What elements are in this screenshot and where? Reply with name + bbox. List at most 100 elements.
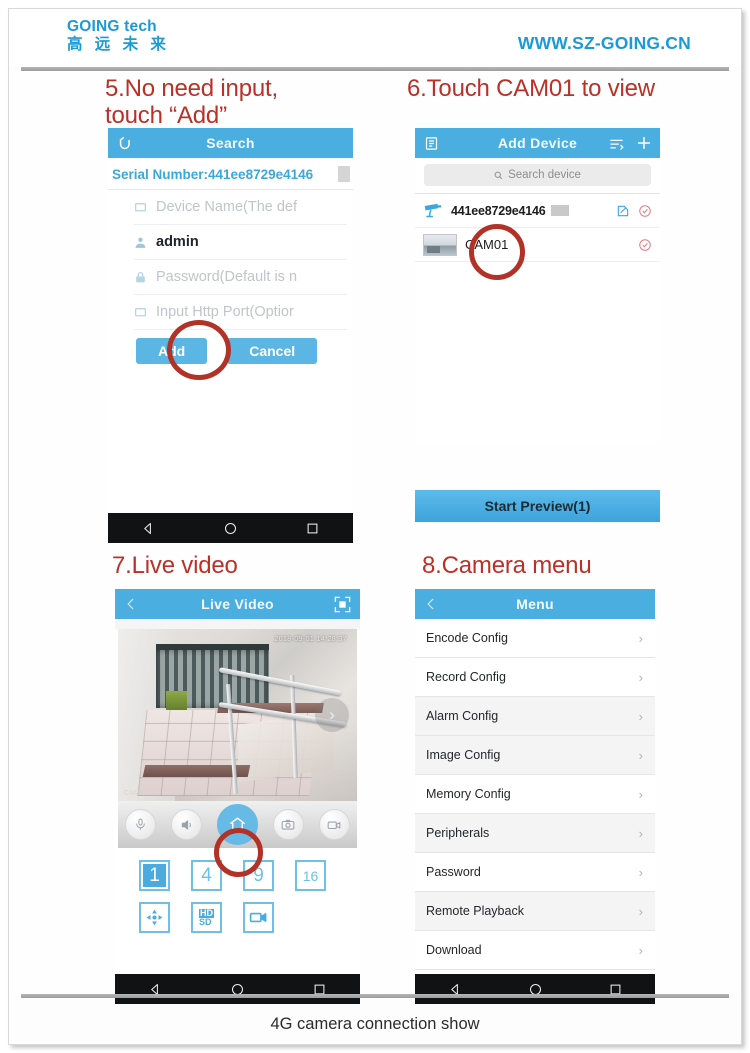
step-caption-7: 7.Live video (112, 552, 238, 579)
device-icon (134, 201, 147, 214)
cancel-button[interactable]: Cancel (227, 338, 318, 364)
snapshot-thumbnail (423, 233, 457, 256)
start-preview-button[interactable]: Start Preview(1) (415, 490, 660, 522)
appbar-title-search: Search (206, 135, 255, 151)
home-circle-icon[interactable] (223, 521, 238, 536)
menu-item-password[interactable]: Password › (415, 853, 655, 892)
brand-header: GOING tech 高 远 未 来 WWW.SZ-GOING.CN (9, 9, 741, 67)
menu-item-download[interactable]: Download › (415, 931, 655, 970)
appbar-add-device: Add Device (415, 128, 660, 158)
list-menu-icon[interactable] (424, 128, 439, 158)
menu-item-label: Peripherals (426, 826, 490, 840)
step-caption-5: 5.No need input, touch “Add” (105, 75, 278, 129)
chevron-right-icon: › (638, 786, 643, 802)
layout-button-1[interactable]: 1 (139, 860, 170, 891)
check-circle-icon[interactable] (638, 238, 652, 252)
hd-sd-icon[interactable]: HD SD (191, 902, 222, 933)
masked-suffix (550, 205, 569, 216)
form-button-row: Add Cancel (108, 330, 353, 364)
ptz-icon[interactable] (139, 902, 170, 933)
port-icon (134, 306, 147, 319)
phone-screen-add-device: Add Device Search device 441ee8729e4146 … (415, 128, 660, 443)
serial-number-text: Serial Number:441ee8729e4146 (112, 167, 314, 182)
brand-website-url: WWW.SZ-GOING.CN (517, 33, 691, 53)
add-button[interactable]: Add (136, 338, 208, 364)
snapshot-icon[interactable] (272, 809, 304, 840)
appbar-title-add-device: Add Device (497, 135, 578, 151)
chevron-right-icon: › (638, 669, 643, 685)
phone-screen-search: Search Serial Number:441ee8729e4146 Devi… (108, 128, 353, 543)
home-icon[interactable] (216, 804, 258, 845)
menu-item-memory-config[interactable]: Memory Config › (415, 775, 655, 814)
table-row[interactable]: CAM01 (415, 228, 660, 262)
fullscreen-icon[interactable] (333, 589, 352, 619)
user-icon (134, 236, 147, 249)
appbar-title-menu: Menu (516, 596, 554, 612)
layout-button-9[interactable]: 9 (243, 860, 274, 891)
video-watermark: CAM01 (124, 790, 148, 797)
menu-item-remote-playback[interactable]: Remote Playback › (415, 892, 655, 931)
step-caption-8: 8.Camera menu (422, 552, 592, 579)
serial-number-label: Serial Number:441ee8729e4146 (108, 158, 353, 190)
menu-item-label: Record Config (426, 670, 506, 684)
record-icon[interactable] (318, 809, 350, 840)
field-device-name[interactable]: Device Name(The def (134, 190, 347, 225)
menu-item-label: Remote Playback (426, 904, 524, 918)
chevron-right-icon[interactable]: › (315, 698, 349, 732)
chevron-left-icon[interactable] (124, 589, 138, 619)
menu-item-alarm-config[interactable]: Alarm Config › (415, 697, 655, 736)
menu-item-label: Download (426, 943, 482, 957)
layout-button-16[interactable]: 16 (295, 860, 326, 891)
back-triangle-icon[interactable] (141, 521, 156, 536)
lock-icon (134, 271, 147, 284)
recents-square-icon[interactable] (305, 521, 320, 536)
check-circle-icon[interactable] (638, 204, 652, 218)
android-navbar-search (108, 513, 353, 543)
layout-row-1: 1 4 9 16 (115, 860, 360, 891)
phone-screen-live-video: Live Video 2018-09-01 14:28:37 CAM01 › 1… (115, 589, 360, 1004)
field-password[interactable]: Password(Default is n (134, 260, 347, 295)
plus-icon[interactable] (636, 135, 652, 151)
field-device-name-text: Device Name(The def (156, 199, 298, 215)
menu-item-encode-config[interactable]: Encode Config › (415, 619, 655, 658)
stream-icon[interactable] (243, 902, 274, 933)
appbar-title-live-video: Live Video (201, 596, 274, 612)
speaker-icon[interactable] (171, 809, 203, 840)
edit-icon[interactable] (616, 204, 630, 218)
camera-menu-list: Encode Config › Record Config › Alarm Co… (415, 619, 655, 970)
chevron-left-icon[interactable] (424, 589, 438, 619)
phone-screen-menu: Menu Encode Config › Record Config › Ala… (415, 589, 655, 1004)
field-username-text: admin (156, 234, 199, 250)
table-row[interactable]: 441ee8729e4146 (415, 194, 660, 228)
back-arrow-icon[interactable] (117, 128, 134, 158)
chevron-right-icon: › (638, 708, 643, 724)
brand-name-en: GOING tech (67, 18, 157, 35)
search-input[interactable]: Search device (424, 164, 651, 186)
layout-button-4[interactable]: 4 (191, 860, 222, 891)
microphone-icon[interactable] (125, 809, 157, 840)
content-area: 5.No need input, touch “Add” Search Seri… (9, 71, 741, 1004)
menu-item-image-config[interactable]: Image Config › (415, 736, 655, 775)
menu-item-label: Password (426, 865, 481, 879)
cctv-camera-icon (423, 203, 443, 218)
menu-item-peripherals[interactable]: Peripherals › (415, 814, 655, 853)
menu-item-label: Memory Config (426, 787, 511, 801)
field-http-port-text: Input Http Port(Optior (156, 304, 294, 320)
device-name: CAM01 (465, 237, 509, 252)
android-navbar-live-video (115, 974, 360, 1004)
live-video-feed[interactable]: 2018-09-01 14:28:37 CAM01 › (118, 629, 357, 801)
video-timestamp: 2018-09-01 14:28:37 (274, 636, 347, 643)
brand-logo: GOING tech 高 远 未 来 (67, 18, 170, 54)
appbar-live-video: Live Video (115, 589, 360, 619)
chevron-right-icon: › (638, 942, 643, 958)
layout-row-2: HD SD (115, 902, 360, 933)
menu-item-record-config[interactable]: Record Config › (415, 658, 655, 697)
sort-icon[interactable] (609, 137, 624, 150)
field-password-text: Password(Default is n (156, 269, 298, 285)
menu-item-label: Encode Config (426, 631, 509, 645)
field-http-port[interactable]: Input Http Port(Optior (134, 295, 347, 330)
brand-name-cn: 高 远 未 来 (67, 36, 170, 54)
chevron-right-icon: › (638, 864, 643, 880)
field-username[interactable]: admin (134, 225, 347, 260)
video-control-bar (118, 801, 357, 848)
